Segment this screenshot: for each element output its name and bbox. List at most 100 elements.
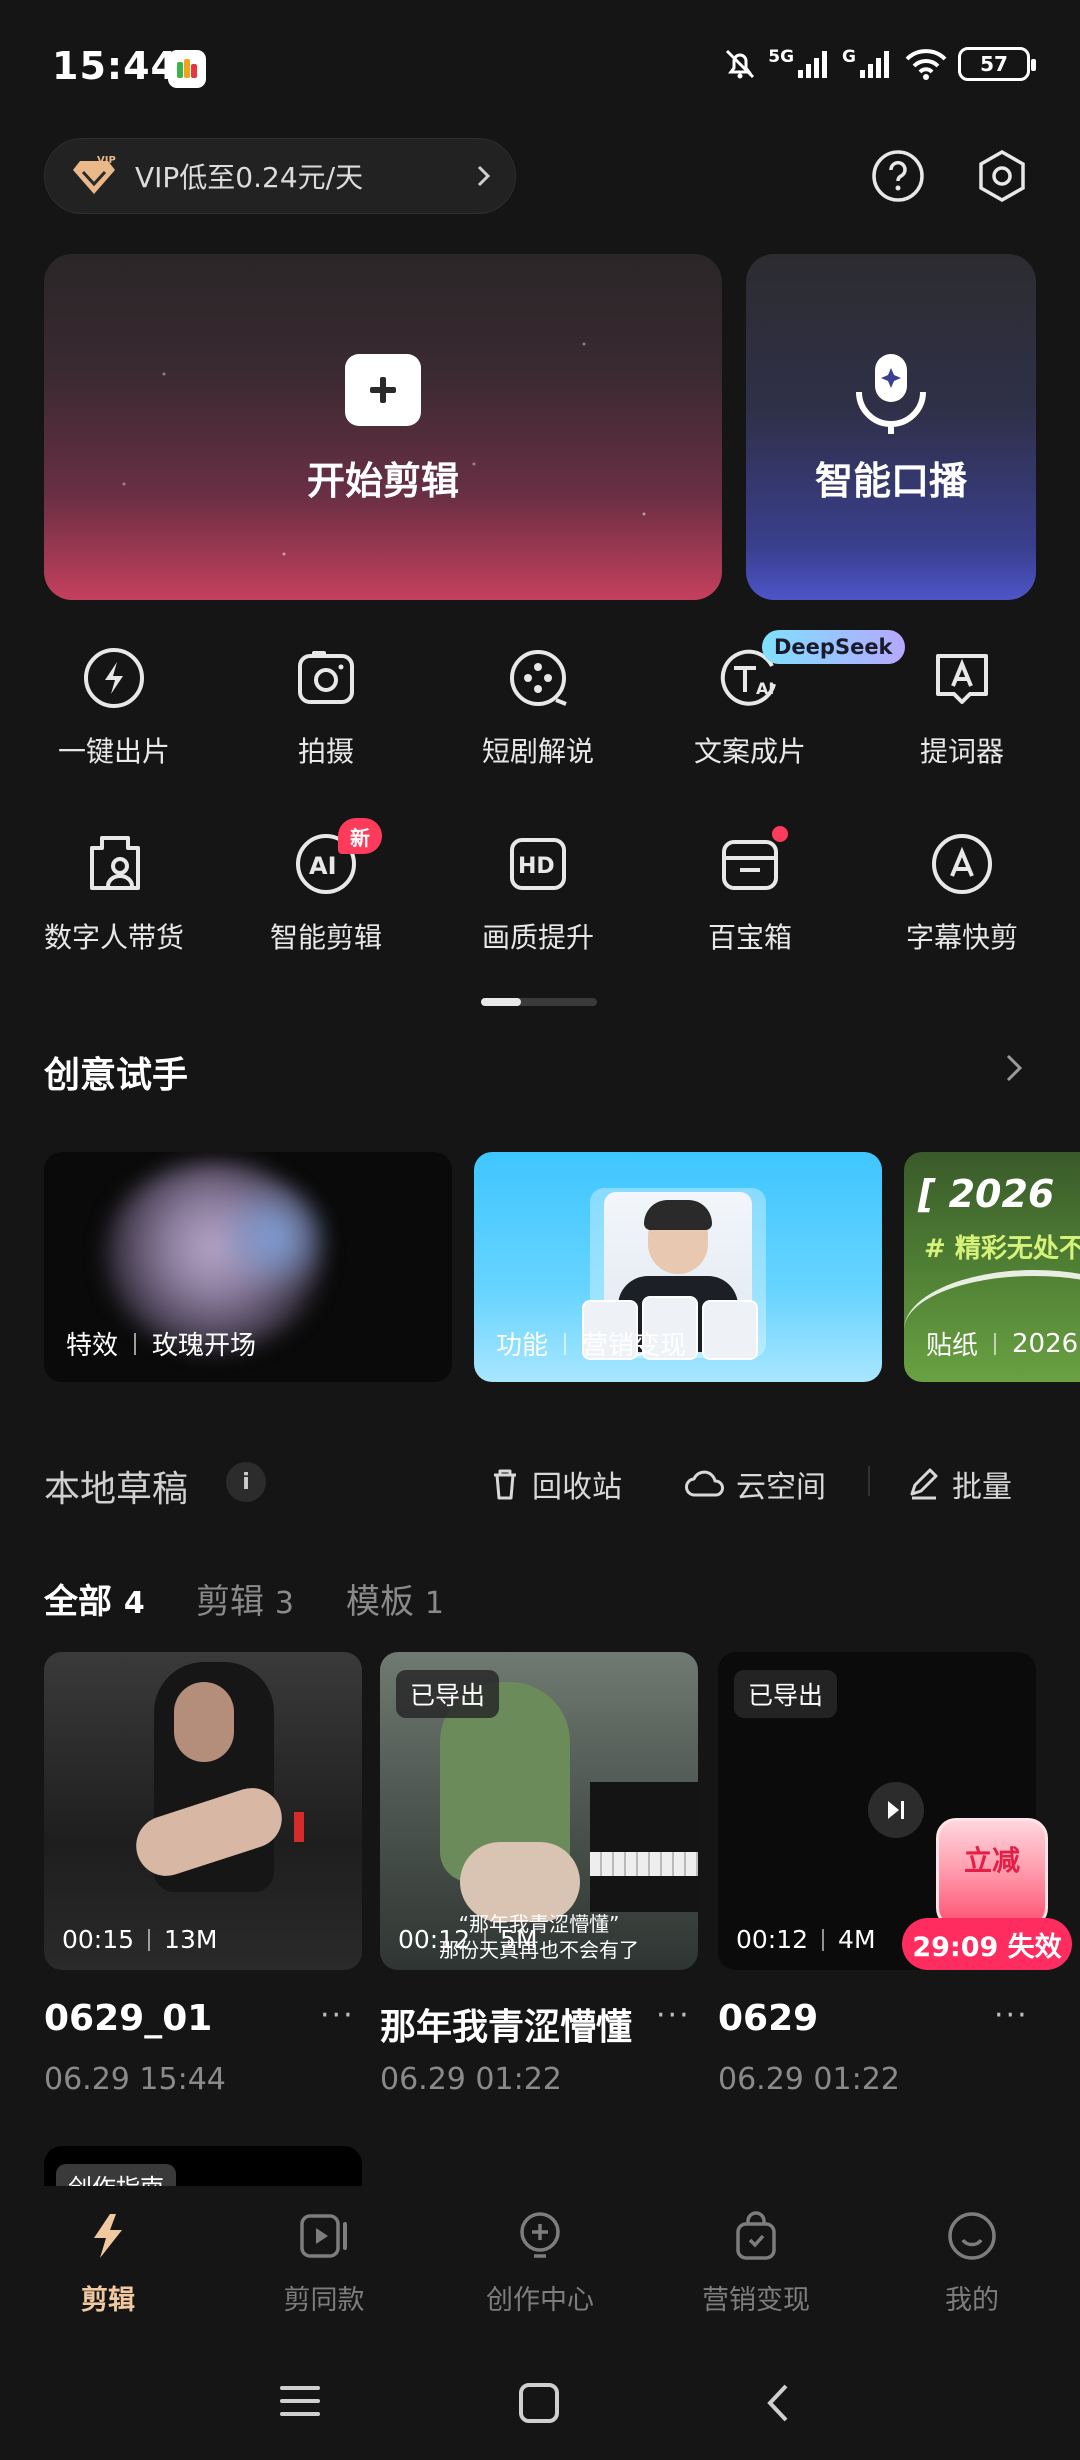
tab-label: 全部 bbox=[44, 1582, 112, 1622]
smart-voice-label: 智能口播 bbox=[814, 459, 967, 503]
feature-pager-indicator bbox=[481, 998, 521, 1006]
start-edit-card[interactable]: 开始剪辑 bbox=[44, 254, 722, 600]
scissors-bolt-icon bbox=[94, 2214, 122, 2258]
microphone-ai-icon bbox=[856, 354, 926, 434]
feature-label: 提词器 bbox=[919, 735, 1004, 768]
teleprompter-icon bbox=[926, 642, 998, 714]
sparkle-decoration bbox=[122, 342, 646, 556]
svg-text:AI: AI bbox=[756, 679, 774, 698]
more-options-icon[interactable]: ··· bbox=[320, 1998, 355, 2033]
trash-icon bbox=[494, 1469, 516, 1500]
help-button[interactable] bbox=[870, 148, 926, 204]
creative-tag: 特效 玫瑰开场 bbox=[66, 1325, 256, 1362]
feature-label: 短剧解说 bbox=[481, 735, 594, 768]
feature-digital-human[interactable]: 数字人带货 bbox=[8, 828, 220, 956]
feature-label: 画质提升 bbox=[481, 921, 594, 954]
app-notification-icon bbox=[168, 50, 206, 88]
settings-hex-icon bbox=[979, 149, 1025, 203]
nav-label: 营销变现 bbox=[702, 2285, 810, 2316]
back-icon[interactable] bbox=[762, 2382, 792, 2424]
feature-one-click[interactable]: 一键出片 bbox=[8, 642, 220, 770]
svg-text:AI: AI bbox=[309, 852, 337, 880]
more-options-icon[interactable]: ··· bbox=[994, 1998, 1029, 2033]
draft-thumbnail[interactable]: 00:15 13M bbox=[44, 1652, 362, 1970]
cloud-icon bbox=[685, 1470, 724, 1497]
batch-button[interactable]: 批量 bbox=[906, 1462, 1012, 1506]
piano-keys bbox=[590, 1852, 698, 1876]
battery-level: 57 bbox=[980, 52, 1008, 76]
nav-same-template[interactable]: 剪同款 bbox=[216, 2208, 432, 2317]
menu-icon[interactable] bbox=[280, 2384, 320, 2418]
feature-shoot[interactable]: 拍摄 bbox=[220, 642, 432, 770]
vip-promo-pill[interactable]: VIP VIP低至0.24元/天 bbox=[44, 138, 516, 214]
notification-dot bbox=[772, 826, 788, 842]
more-options-icon[interactable]: ··· bbox=[656, 1998, 691, 2033]
divider bbox=[868, 1466, 870, 1496]
promo-envelope[interactable]: 立减 bbox=[936, 1818, 1048, 1928]
duration: 00:12 bbox=[736, 1925, 809, 1954]
promo-countdown[interactable]: 29:09 失效 bbox=[902, 1918, 1072, 1970]
nav-profile[interactable]: 我的 bbox=[864, 2208, 1080, 2317]
tab-edit[interactable]: 剪辑 3 bbox=[196, 1574, 294, 1623]
pencil-icon bbox=[910, 1468, 938, 1500]
nav-edit[interactable]: 剪辑 bbox=[0, 2208, 216, 2317]
tab-template[interactable]: 模板 1 bbox=[346, 1574, 444, 1623]
camera-icon bbox=[290, 642, 362, 714]
signal-icon bbox=[798, 51, 828, 78]
file-size: 4M bbox=[838, 1925, 876, 1954]
info-icon[interactable]: i bbox=[226, 1462, 266, 1502]
smart-voice-card[interactable]: 智能口播 bbox=[746, 254, 1036, 600]
draft-meta: 00:12 5M bbox=[398, 1925, 538, 1954]
help-icon bbox=[872, 150, 924, 202]
duration: 00:12 bbox=[398, 1925, 471, 1954]
sticker-banner: [ 2026 bbox=[918, 1172, 1055, 1216]
smile-icon bbox=[948, 2212, 996, 2260]
exported-badge: 已导出 bbox=[396, 1670, 500, 1718]
sticker-sub: # 精彩无处不 bbox=[924, 1234, 1080, 1264]
home-icon[interactable] bbox=[518, 2382, 560, 2424]
vip-crown-icon: VIP bbox=[73, 155, 116, 194]
feature-label: 字幕快剪 bbox=[905, 921, 1018, 954]
creative-card-sticker[interactable]: [ 2026 # 精彩无处不 贴纸 2026 bbox=[904, 1152, 1080, 1382]
person-hair bbox=[644, 1200, 712, 1230]
nav-marketing[interactable]: 营销变现 bbox=[648, 2208, 864, 2317]
chevron-right-icon[interactable] bbox=[1002, 1050, 1026, 1086]
feature-label: 数字人带货 bbox=[43, 921, 184, 954]
feature-smart-edit[interactable]: AI 智能剪辑 bbox=[220, 828, 432, 956]
piano-shape bbox=[590, 1782, 698, 1912]
tab-count: 1 bbox=[424, 1586, 444, 1621]
tag-type: 功能 bbox=[496, 1331, 549, 1361]
vip-text: VIP低至0.24元/天 bbox=[135, 161, 364, 194]
recycle-bin-button[interactable]: 回收站 bbox=[488, 1462, 622, 1506]
skip-next-icon[interactable] bbox=[868, 1782, 924, 1838]
feature-quality-enhance[interactable]: HD 画质提升 bbox=[432, 828, 644, 956]
nav-creation-center[interactable]: 创作中心 bbox=[432, 2208, 648, 2317]
settings-button[interactable] bbox=[974, 148, 1030, 204]
creative-card-rose[interactable]: 特效 玫瑰开场 bbox=[44, 1152, 452, 1382]
creative-card-marketing[interactable]: 功能 营销变现 bbox=[474, 1152, 882, 1382]
feature-toolbox[interactable]: 百宝箱 bbox=[644, 828, 856, 956]
file-size: 13M bbox=[164, 1925, 218, 1954]
cloud-space-button[interactable]: 云空间 bbox=[684, 1462, 826, 1506]
wifi-icon bbox=[905, 49, 947, 80]
feature-label: 一键出片 bbox=[57, 735, 170, 768]
svg-text:HD: HD bbox=[518, 854, 555, 879]
status-icons: 5G G 57 bbox=[722, 46, 1036, 82]
tag-name: 2026 bbox=[1012, 1328, 1079, 1359]
creative-tag: 贴纸 2026 bbox=[926, 1325, 1078, 1362]
hd-icon: HD bbox=[502, 828, 574, 900]
feature-label: 百宝箱 bbox=[707, 921, 792, 954]
draft-thumbnail[interactable]: 已导出 “那年我青涩懵懂” 那份天真再也不会有了 00:12 5M bbox=[380, 1652, 698, 1970]
tab-label: 模板 bbox=[346, 1582, 414, 1622]
feature-label: 文案成片 bbox=[693, 735, 806, 768]
feature-subtitle-edit[interactable]: 字幕快剪 bbox=[856, 828, 1068, 956]
creative-tag: 功能 营销变现 bbox=[496, 1325, 686, 1362]
nav-label: 创作中心 bbox=[486, 2285, 594, 2316]
svg-text:VIP: VIP bbox=[97, 155, 116, 166]
battery-indicator: 57 bbox=[958, 47, 1036, 81]
draft-date: 06.29 01:22 bbox=[718, 2062, 900, 2097]
tab-all[interactable]: 全部 4 bbox=[44, 1574, 145, 1623]
feature-drama-commentary[interactable]: 短剧解说 bbox=[432, 642, 644, 770]
network-type-5g: 5G bbox=[768, 47, 795, 67]
figure-shape bbox=[174, 1682, 234, 1762]
